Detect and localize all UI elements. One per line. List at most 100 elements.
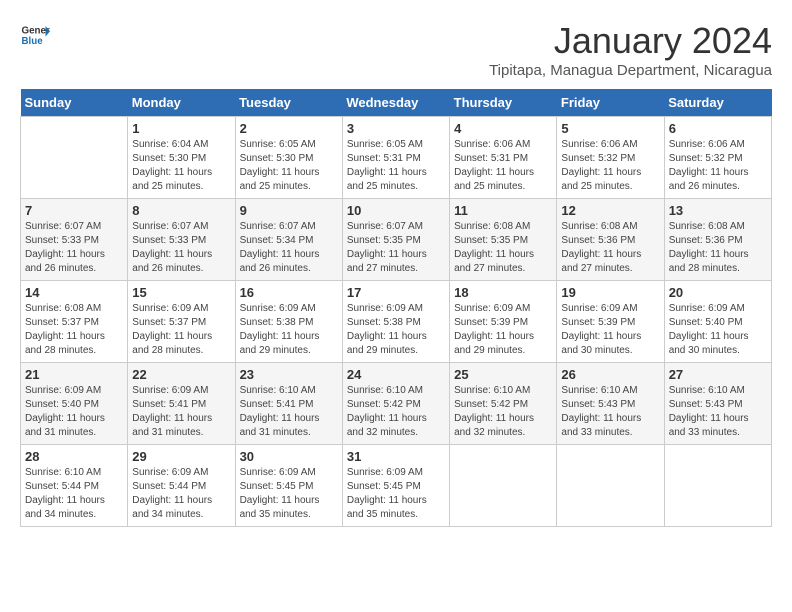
header-day-tuesday: Tuesday — [235, 89, 342, 117]
day-number: 28 — [25, 449, 123, 464]
calendar-cell: 9Sunrise: 6:07 AM Sunset: 5:34 PM Daylig… — [235, 199, 342, 281]
day-info: Sunrise: 6:09 AM Sunset: 5:38 PM Dayligh… — [347, 302, 445, 358]
calendar-cell: 30Sunrise: 6:09 AM Sunset: 5:45 PM Dayli… — [235, 445, 342, 527]
calendar-week-row: 1Sunrise: 6:04 AM Sunset: 5:30 PM Daylig… — [21, 117, 772, 199]
calendar-cell: 14 Sunrise: 6:08 AM Sunset: 5:37 PM Dayli… — [21, 281, 128, 363]
day-info: Sunrise: 6:07 AM Sunset: 5:33 PM Dayligh… — [132, 220, 230, 276]
header-day-friday: Friday — [557, 89, 664, 117]
day-info: Sunrise: 6:09 AM Sunset: 5:45 PM Dayligh… — [240, 466, 338, 522]
day-info: Sunrise: 6:04 AM Sunset: 5:30 PM Dayligh… — [132, 138, 230, 194]
day-number: 20 — [669, 285, 767, 300]
day-info: Sunrise: 6:06 AM Sunset: 5:32 PM Dayligh… — [669, 138, 767, 194]
day-number: 26 — [561, 367, 659, 382]
day-number: 11 — [454, 203, 552, 218]
day-number: 14 — [25, 285, 123, 300]
header-day-monday: Monday — [128, 89, 235, 117]
day-info: Sunrise: 6:08 AM Sunset: 5:36 PM Dayligh… — [669, 220, 767, 276]
calendar-table: SundayMondayTuesdayWednesdayThursdayFrid… — [20, 89, 772, 527]
calendar-cell: 18 Sunrise: 6:09 AM Sunset: 5:39 PM Dayli… — [450, 281, 557, 363]
day-number: 8 — [132, 203, 230, 218]
page-header: General Blue January 2024 Tipitapa, Mana… — [20, 20, 772, 79]
day-info: Sunrise: 6:05 AM Sunset: 5:31 PM Dayligh… — [347, 138, 445, 194]
header-day-wednesday: Wednesday — [342, 89, 449, 117]
calendar-cell: 29 Sunrise: 6:09 AM Sunset: 5:44 PM Dayli… — [128, 445, 235, 527]
calendar-body: 1Sunrise: 6:04 AM Sunset: 5:30 PM Daylig… — [21, 117, 772, 527]
calendar-cell: 6 Sunrise: 6:06 AM Sunset: 5:32 PM Daylig… — [664, 117, 771, 199]
day-info: Sunrise: 6:09 AM Sunset: 5:41 PM Dayligh… — [132, 384, 230, 440]
header-day-saturday: Saturday — [664, 89, 771, 117]
logo: General Blue — [20, 20, 50, 50]
calendar-cell: 2 Sunrise: 6:05 AM Sunset: 5:30 PM Daylig… — [235, 117, 342, 199]
calendar-cell: 15 Sunrise: 6:09 AM Sunset: 5:37 PM Dayli… — [128, 281, 235, 363]
day-info: Sunrise: 6:09 AM Sunset: 5:38 PM Dayligh… — [240, 302, 338, 358]
calendar-week-row: 28 Sunrise: 6:10 AM Sunset: 5:44 PM Dayli… — [21, 445, 772, 527]
calendar-cell: 10Sunrise: 6:07 AM Sunset: 5:35 PM Dayli… — [342, 199, 449, 281]
calendar-cell: 16 Sunrise: 6:09 AM Sunset: 5:38 PM Dayli… — [235, 281, 342, 363]
day-number: 19 — [561, 285, 659, 300]
day-info: Sunrise: 6:09 AM Sunset: 5:39 PM Dayligh… — [454, 302, 552, 358]
calendar-cell — [21, 117, 128, 199]
day-info: Sunrise: 6:05 AM Sunset: 5:30 PM Dayligh… — [240, 138, 338, 194]
day-info: Sunrise: 6:08 AM Sunset: 5:37 PM Dayligh… — [25, 302, 123, 358]
calendar-cell: 25 Sunrise: 6:10 AM Sunset: 5:42 PM Dayli… — [450, 363, 557, 445]
day-info: Sunrise: 6:06 AM Sunset: 5:31 PM Dayligh… — [454, 138, 552, 194]
title-section: January 2024 Tipitapa, Managua Departmen… — [489, 20, 772, 79]
day-number: 12 — [561, 203, 659, 218]
day-info: Sunrise: 6:10 AM Sunset: 5:43 PM Dayligh… — [561, 384, 659, 440]
calendar-cell: 11Sunrise: 6:08 AM Sunset: 5:35 PM Dayli… — [450, 199, 557, 281]
calendar-cell: 3 Sunrise: 6:05 AM Sunset: 5:31 PM Daylig… — [342, 117, 449, 199]
day-number: 13 — [669, 203, 767, 218]
day-number: 27 — [669, 367, 767, 382]
calendar-cell: 13 Sunrise: 6:08 AM Sunset: 5:36 PM Dayli… — [664, 199, 771, 281]
calendar-cell: 8 Sunrise: 6:07 AM Sunset: 5:33 PM Daylig… — [128, 199, 235, 281]
day-info: Sunrise: 6:09 AM Sunset: 5:37 PM Dayligh… — [132, 302, 230, 358]
day-info: Sunrise: 6:09 AM Sunset: 5:39 PM Dayligh… — [561, 302, 659, 358]
calendar-cell: 27 Sunrise: 6:10 AM Sunset: 5:43 PM Dayli… — [664, 363, 771, 445]
day-number: 5 — [561, 121, 659, 136]
calendar-cell: 1Sunrise: 6:04 AM Sunset: 5:30 PM Daylig… — [128, 117, 235, 199]
day-info: Sunrise: 6:08 AM Sunset: 5:36 PM Dayligh… — [561, 220, 659, 276]
day-number: 29 — [132, 449, 230, 464]
calendar-cell: 4 Sunrise: 6:06 AM Sunset: 5:31 PM Daylig… — [450, 117, 557, 199]
day-number: 17 — [347, 285, 445, 300]
day-number: 2 — [240, 121, 338, 136]
day-info: Sunrise: 6:10 AM Sunset: 5:44 PM Dayligh… — [25, 466, 123, 522]
month-year-title: January 2024 — [489, 20, 772, 62]
day-number: 23 — [240, 367, 338, 382]
day-number: 7 — [25, 203, 123, 218]
day-number: 3 — [347, 121, 445, 136]
day-info: Sunrise: 6:09 AM Sunset: 5:44 PM Dayligh… — [132, 466, 230, 522]
calendar-cell: 12 Sunrise: 6:08 AM Sunset: 5:36 PM Dayli… — [557, 199, 664, 281]
day-info: Sunrise: 6:09 AM Sunset: 5:45 PM Dayligh… — [347, 466, 445, 522]
day-number: 16 — [240, 285, 338, 300]
calendar-cell: 21Sunrise: 6:09 AM Sunset: 5:40 PM Dayli… — [21, 363, 128, 445]
calendar-cell: 24Sunrise: 6:10 AM Sunset: 5:42 PM Dayli… — [342, 363, 449, 445]
day-number: 25 — [454, 367, 552, 382]
header-day-sunday: Sunday — [21, 89, 128, 117]
header-day-thursday: Thursday — [450, 89, 557, 117]
calendar-cell: 19 Sunrise: 6:09 AM Sunset: 5:39 PM Dayli… — [557, 281, 664, 363]
calendar-cell: 23Sunrise: 6:10 AM Sunset: 5:41 PM Dayli… — [235, 363, 342, 445]
calendar-cell — [557, 445, 664, 527]
day-number: 10 — [347, 203, 445, 218]
day-info: Sunrise: 6:10 AM Sunset: 5:43 PM Dayligh… — [669, 384, 767, 440]
calendar-cell — [450, 445, 557, 527]
calendar-cell: 17 Sunrise: 6:09 AM Sunset: 5:38 PM Dayli… — [342, 281, 449, 363]
calendar-header-row: SundayMondayTuesdayWednesdayThursdayFrid… — [21, 89, 772, 117]
calendar-week-row: 7 Sunrise: 6:07 AM Sunset: 5:33 PM Daylig… — [21, 199, 772, 281]
calendar-cell: 5Sunrise: 6:06 AM Sunset: 5:32 PM Daylig… — [557, 117, 664, 199]
calendar-cell: 28 Sunrise: 6:10 AM Sunset: 5:44 PM Dayli… — [21, 445, 128, 527]
day-info: Sunrise: 6:09 AM Sunset: 5:40 PM Dayligh… — [669, 302, 767, 358]
calendar-cell: 7Sunrise: 6:07 AM Sunset: 5:33 PM Daylig… — [21, 199, 128, 281]
day-number: 4 — [454, 121, 552, 136]
location-subtitle: Tipitapa, Managua Department, Nicaragua — [489, 62, 772, 79]
calendar-week-row: 21Sunrise: 6:09 AM Sunset: 5:40 PM Dayli… — [21, 363, 772, 445]
day-number: 9 — [240, 203, 338, 218]
day-number: 18 — [454, 285, 552, 300]
day-number: 6 — [669, 121, 767, 136]
day-info: Sunrise: 6:10 AM Sunset: 5:42 PM Dayligh… — [347, 384, 445, 440]
day-number: 15 — [132, 285, 230, 300]
svg-text:Blue: Blue — [22, 36, 44, 47]
day-info: Sunrise: 6:09 AM Sunset: 5:40 PM Dayligh… — [25, 384, 123, 440]
day-info: Sunrise: 6:10 AM Sunset: 5:42 PM Dayligh… — [454, 384, 552, 440]
